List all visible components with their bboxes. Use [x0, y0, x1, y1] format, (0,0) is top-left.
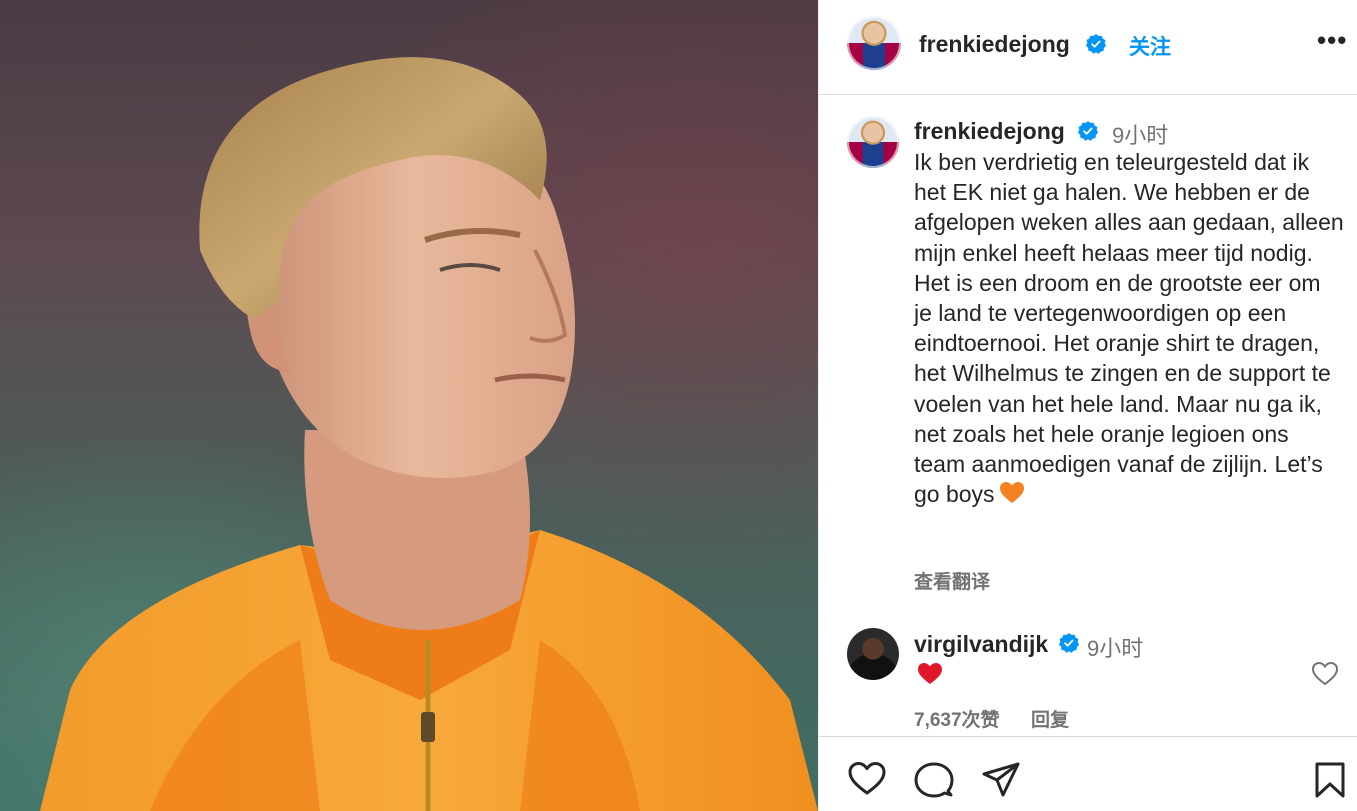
comment-like-count[interactable]: 7,637次赞 — [914, 705, 1000, 732]
like-heart-icon[interactable] — [847, 761, 887, 802]
see-translation-link[interactable]: 查看翻译 — [914, 567, 990, 594]
share-paper-plane-icon[interactable] — [981, 761, 1021, 804]
caption-text: Ik ben verdrietig en teleurgesteld dat i… — [914, 147, 1344, 512]
comment-bubble-icon[interactable] — [914, 761, 954, 804]
caption-author-username[interactable]: frenkiedejong — [914, 118, 1065, 145]
caption-author-avatar[interactable] — [847, 116, 899, 168]
orange-heart-emoji — [999, 481, 1025, 512]
comment-reply-button[interactable]: 回复 — [1031, 705, 1069, 732]
author-avatar[interactable] — [847, 16, 901, 70]
verified-badge-icon — [1085, 33, 1107, 60]
post-image[interactable] — [0, 0, 818, 811]
comment-like-heart-icon[interactable] — [1311, 661, 1339, 692]
save-bookmark-icon[interactable] — [1313, 761, 1347, 804]
comment-timestamp[interactable]: 9小时 — [1087, 631, 1143, 663]
caption-timestamp[interactable]: 9小时 — [1112, 118, 1168, 150]
verified-badge-icon — [1077, 120, 1099, 147]
red-heart-emoji — [917, 662, 943, 691]
author-username[interactable]: frenkiedejong — [919, 31, 1070, 58]
caption-body: Ik ben verdrietig en teleurgesteld dat i… — [914, 149, 1344, 508]
verified-badge-icon — [1058, 632, 1080, 659]
commenter-username[interactable]: virgilvandijk — [914, 631, 1048, 658]
player-portrait-illustration — [40, 57, 818, 811]
commenter-avatar[interactable] — [847, 628, 899, 680]
post-header: frenkiedejong 关注 ••• — [819, 0, 1357, 95]
post-sidebar: frenkiedejong 关注 ••• frenkiedejong 9小时 I… — [818, 0, 1357, 811]
post-action-bar — [819, 736, 1357, 811]
more-options-icon[interactable]: ••• — [1317, 27, 1347, 53]
follow-button[interactable]: 关注 — [1129, 31, 1171, 61]
